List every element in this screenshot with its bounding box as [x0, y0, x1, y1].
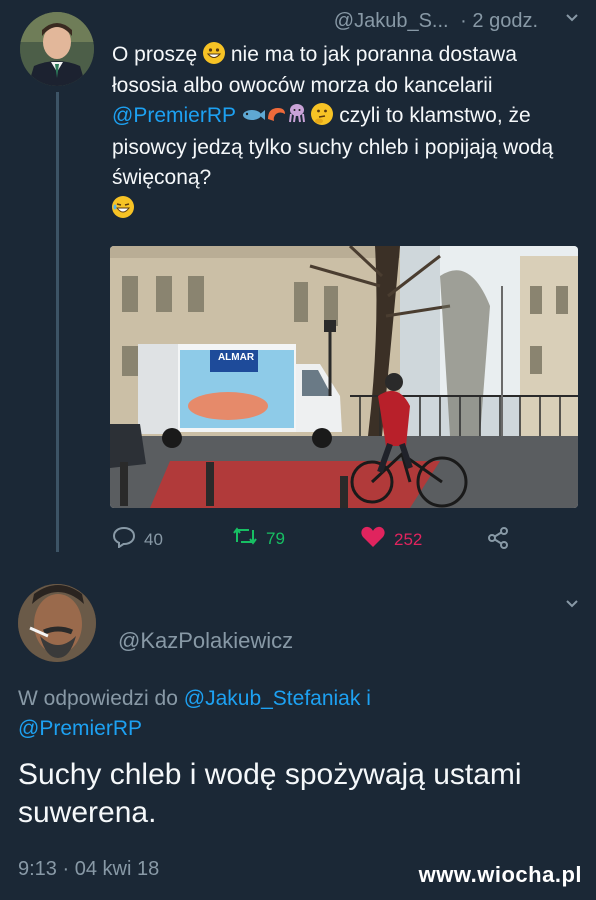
thread-line [56, 92, 59, 552]
mention-link[interactable]: @PremierRP [18, 717, 142, 740]
grinning-emoji-icon [203, 42, 226, 64]
chevron-down-icon[interactable] [564, 596, 580, 617]
in-reply-to: W odpowiedzi do @Jakub_Stefaniak i @Prem… [18, 684, 558, 744]
heart-icon [360, 526, 386, 553]
like-action[interactable]: 252 [360, 526, 422, 553]
chevron-down-icon[interactable] [564, 10, 580, 31]
reply-author-handle[interactable]: @KazPolakiewicz [118, 628, 293, 654]
tweet-text-part: O proszę [112, 43, 204, 66]
tweet-text: O proszę nie ma to jak poranna dostawa ł… [112, 40, 572, 224]
in-reply-joiner: i [360, 687, 371, 710]
shrimp-emoji-icon [265, 102, 287, 133]
tweet-header: @Jakub_S... · 2 godz. [334, 10, 538, 33]
tweet-photo[interactable]: ALMAR [110, 246, 578, 508]
reply-action[interactable]: 40 [112, 526, 163, 553]
like-count: 252 [394, 529, 423, 549]
squid-emoji-icon [287, 102, 307, 133]
retweet-action[interactable]: 79 [232, 526, 285, 551]
avatar-jakub[interactable] [20, 12, 94, 86]
fish-emoji-icon [241, 102, 266, 133]
author-handle[interactable]: @Jakub_S... [334, 10, 449, 32]
reply-timestamp: 9:13 · 04 kwi 18 [18, 858, 160, 880]
retweet-icon [232, 526, 258, 551]
avatar-kaz[interactable] [18, 584, 96, 662]
reply-text: Suchy chleb i wodę spożywają ustami suwe… [18, 758, 522, 829]
retweet-count: 79 [266, 528, 285, 548]
time-ago: · 2 godz. [460, 10, 538, 32]
reply-count: 40 [144, 529, 163, 549]
thinking-emoji-icon [311, 103, 334, 125]
mention-link[interactable]: @Jakub_Stefaniak [184, 687, 361, 710]
share-icon[interactable] [486, 526, 510, 550]
truck-sign: ALMAR [217, 352, 255, 363]
site-watermark: www.wiocha.pl [418, 862, 582, 887]
laughing-emoji-icon [112, 195, 134, 218]
mention-link[interactable]: @PremierRP [112, 104, 236, 127]
reply-icon [112, 526, 136, 553]
in-reply-prefix: W odpowiedzi do [18, 687, 184, 710]
